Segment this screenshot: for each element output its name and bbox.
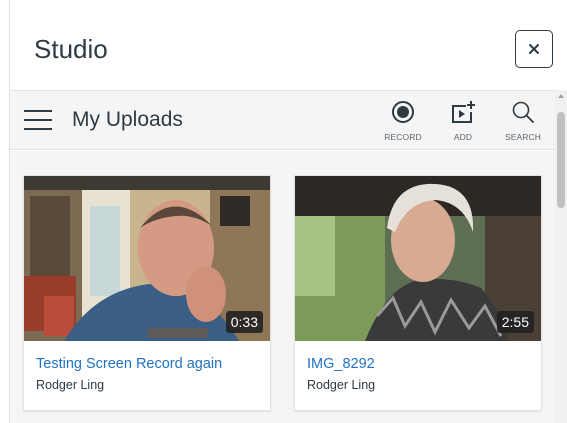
video-duration: 2:55 [496,311,534,333]
add-button[interactable]: ADD [438,100,488,146]
video-thumbnail[interactable]: 2:55 [295,176,541,341]
media-card[interactable]: 2:55 IMG_8292 Rodger Ling [294,175,542,411]
video-title-link[interactable]: IMG_8292 [307,356,375,372]
page-title: Studio [34,34,108,64]
video-title-link[interactable]: Testing Screen Record again [36,356,222,372]
video-owner: Rodger Ling [36,378,105,392]
toolbar-title: My Uploads [72,108,183,131]
add-label: ADD [453,132,473,142]
uploads-toolbar: My Uploads RECORD ADD SEARCH [10,90,555,150]
add-media-icon [452,101,475,123]
hamburger-menu-icon[interactable] [24,109,54,131]
search-icon [512,101,534,123]
scrollbar-thumb[interactable] [557,112,565,208]
search-label: SEARCH [504,132,542,142]
record-label: RECORD [384,132,422,142]
uploads-grid: 0:33 Testing Screen Record again Rodger … [10,151,555,423]
search-button[interactable]: SEARCH [498,100,548,146]
video-duration: 0:33 [225,311,263,333]
video-owner: Rodger Ling [307,378,376,392]
video-thumbnail[interactable]: 0:33 [24,176,270,341]
record-icon [392,101,414,123]
record-button[interactable]: RECORD [378,100,428,146]
media-card[interactable]: 0:33 Testing Screen Record again Rodger … [23,175,271,411]
close-icon [529,44,539,54]
close-button[interactable] [515,30,553,68]
studio-header: Studio [10,0,567,90]
scrollbar[interactable] [555,90,567,423]
scroll-up-arrow-icon[interactable] [558,94,564,98]
